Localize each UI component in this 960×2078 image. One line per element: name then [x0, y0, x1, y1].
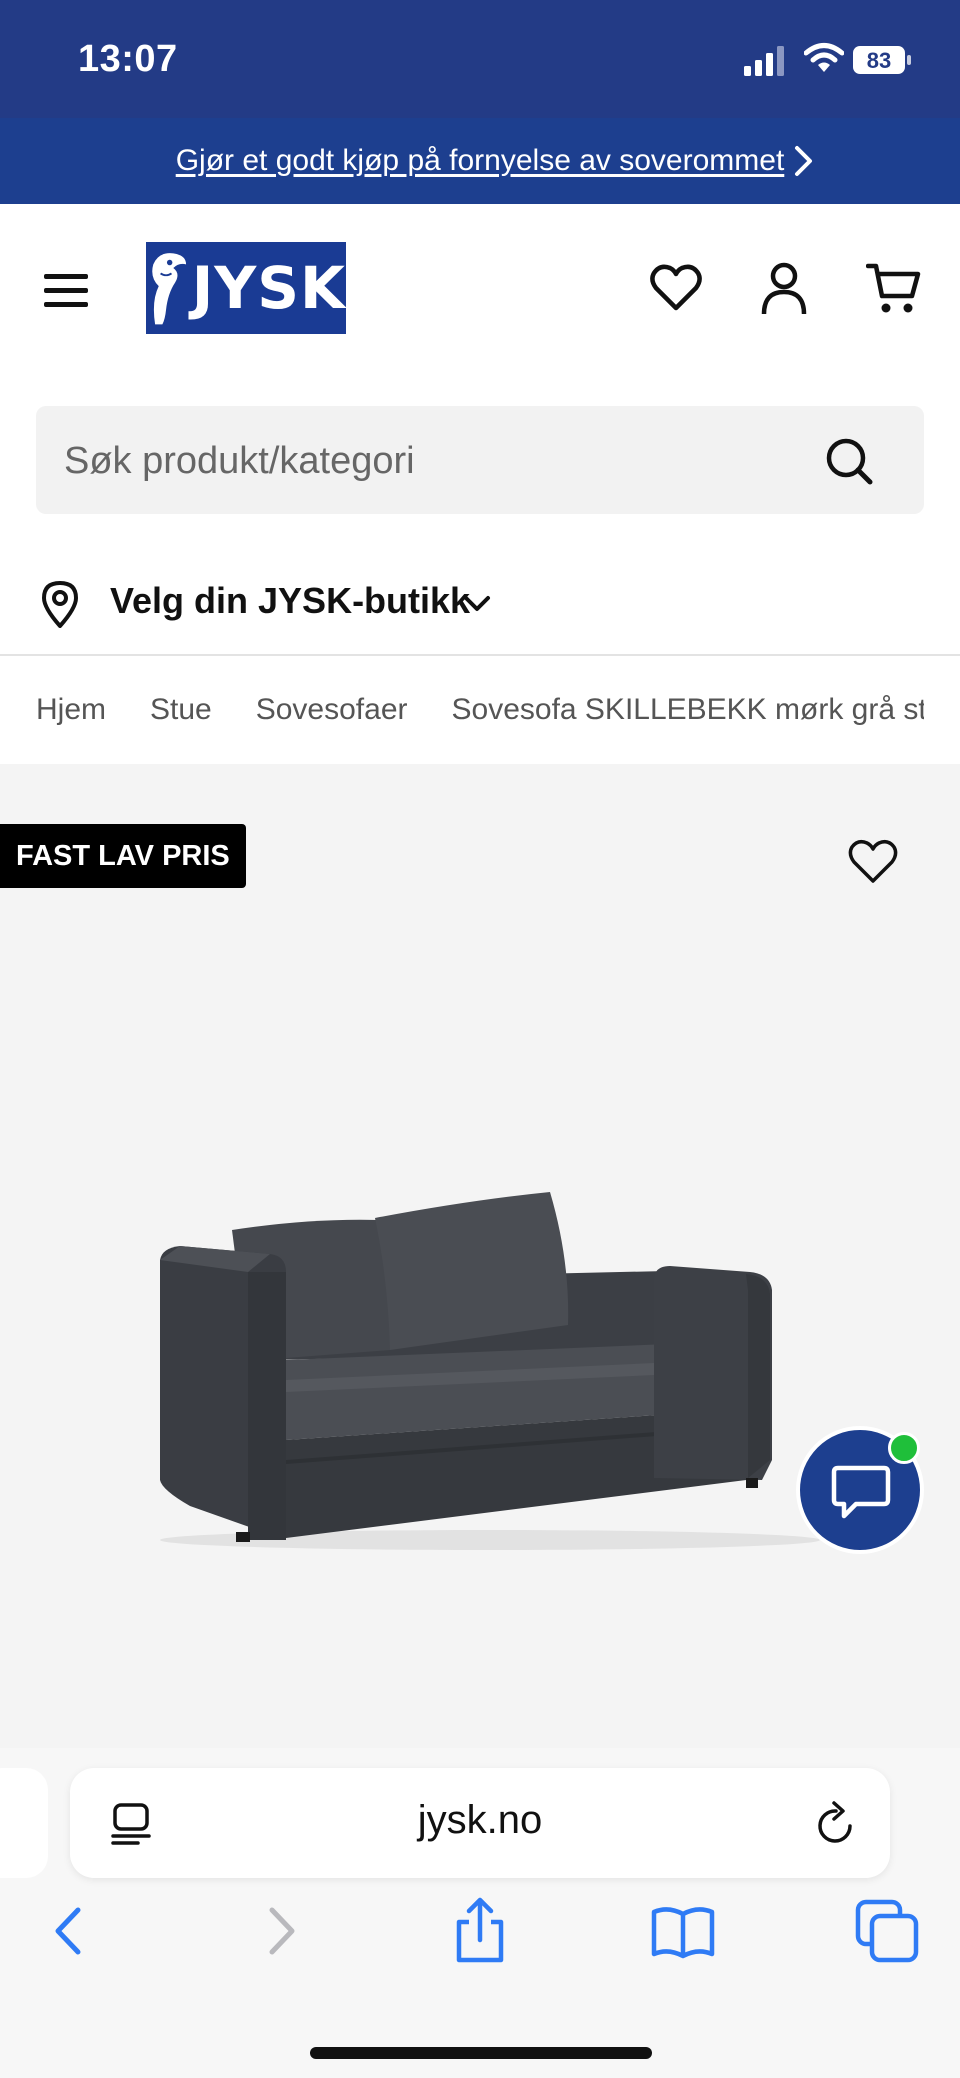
- price-badge: FAST LAV PRIS: [0, 824, 246, 888]
- share-icon[interactable]: [445, 1896, 515, 1966]
- search-icon[interactable]: [824, 436, 874, 486]
- breadcrumb-stue[interactable]: Stue: [150, 693, 212, 727]
- status-time: 13:07: [78, 38, 178, 80]
- heart-icon[interactable]: [648, 260, 704, 316]
- home-indicator: [310, 2047, 652, 2059]
- address-bar[interactable]: jysk.no: [70, 1768, 890, 1878]
- chat-button[interactable]: [796, 1426, 924, 1554]
- promo-banner[interactable]: Gjør et godt kjøp på fornyelse av sovero…: [0, 118, 960, 204]
- chat-bubble-icon: [831, 1465, 891, 1519]
- reload-icon[interactable]: [814, 1800, 858, 1846]
- jysk-logo[interactable]: JYSK: [146, 242, 346, 334]
- previous-tab-preview[interactable]: [0, 1768, 48, 1878]
- tabs-icon[interactable]: [852, 1896, 922, 1966]
- product-gallery[interactable]: FAST LAV PRIS: [0, 764, 960, 1748]
- search-bar: [36, 406, 924, 516]
- user-icon[interactable]: [756, 260, 812, 316]
- bird-logo-icon: [152, 253, 187, 325]
- site-header: JYSK: [0, 204, 960, 364]
- forward-icon[interactable]: [244, 1896, 314, 1966]
- sofa-image: [160, 1192, 820, 1550]
- breadcrumb-current: Sovesofa SKILLEBEKK mørk grå stoff: [451, 693, 925, 726]
- promo-link[interactable]: Gjør et godt kjøp på fornyelse av sovero…: [176, 144, 785, 178]
- wifi-icon: [804, 43, 844, 72]
- store-selector-label: Velg din JYSK-butikk: [110, 580, 471, 621]
- signal-icon: [744, 46, 784, 76]
- cart-icon[interactable]: [866, 260, 922, 316]
- chevron-right-icon: [795, 146, 812, 176]
- location-pin-icon: [42, 581, 78, 628]
- search-input[interactable]: [62, 406, 806, 516]
- battery-icon: 83: [853, 46, 911, 74]
- menu-icon[interactable]: [42, 270, 92, 310]
- bookmarks-icon[interactable]: [648, 1896, 718, 1966]
- breadcrumb-sovesofaer[interactable]: Sovesofaer: [256, 693, 408, 727]
- heart-icon[interactable]: [846, 836, 900, 886]
- status-bar: 13:07 83: [0, 0, 960, 118]
- divider: [0, 654, 960, 656]
- logo-text: JYSK: [191, 254, 346, 322]
- store-selector[interactable]: Velg din JYSK-butikk: [0, 566, 960, 656]
- browser-nav-row: [0, 1896, 960, 1986]
- url-text: jysk.no: [417, 1798, 543, 1842]
- battery-level: 83: [867, 48, 891, 73]
- back-icon[interactable]: [36, 1896, 106, 1966]
- breadcrumb-home[interactable]: Hjem: [36, 693, 106, 727]
- online-status-dot: [888, 1432, 920, 1464]
- breadcrumb: Hjem Stue Sovesofaer Sovesofa SKILLEBEKK…: [36, 690, 924, 730]
- browser-toolbar: jysk.no: [0, 1748, 960, 2078]
- chevron-down-icon: [464, 596, 490, 611]
